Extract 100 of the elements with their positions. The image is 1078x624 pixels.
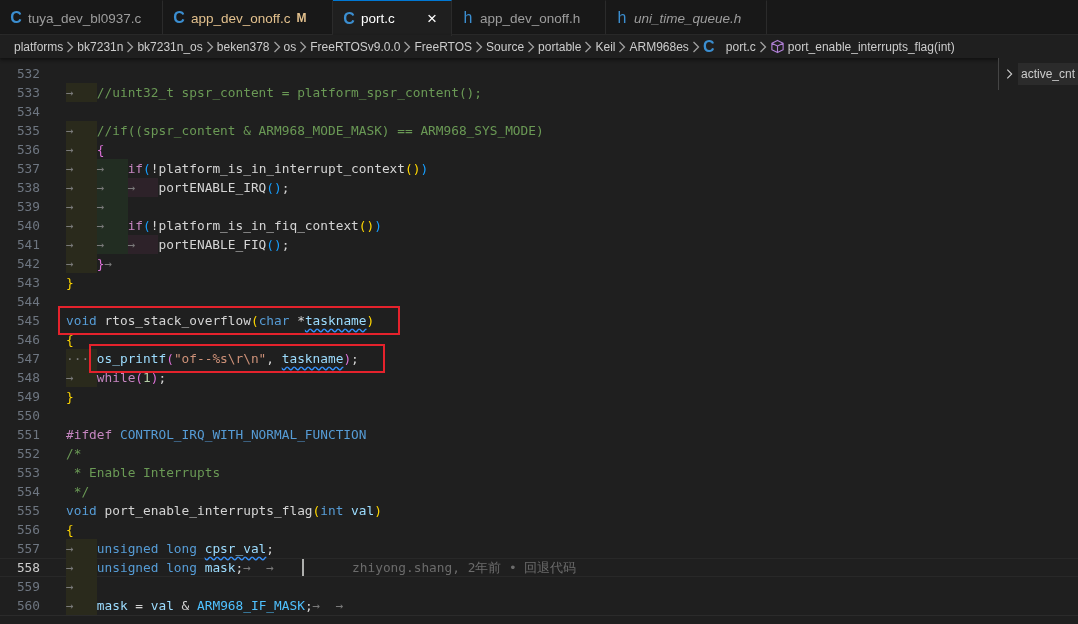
breadcrumb-item[interactable]: FreeRTOSv9.0.0: [310, 39, 401, 54]
code-line: //uint32_t spsr_content = platform_spsr_content();: [96, 84, 483, 102]
indent-guide: →: [66, 558, 97, 577]
breadcrumb-item[interactable]: bk7231n: [77, 39, 124, 54]
breadcrumb-item[interactable]: Source: [486, 39, 525, 54]
blame-annotation: zhiyong.shang, 2年前 • 回退代码: [352, 559, 577, 577]
chevron-icon: [691, 40, 700, 53]
line-number: 547: [15, 350, 40, 368]
editor-tab[interactable]: C tuya_dev_bl0937.c: [0, 0, 163, 35]
line-number: 549: [15, 388, 40, 406]
chevron-icon[interactable]: [1006, 68, 1013, 80]
whitespace-marker: → →: [243, 559, 275, 577]
indent-guide: →: [66, 121, 97, 140]
breadcrumb-item[interactable]: port_enable_interrupts_flag(int): [787, 39, 955, 54]
line-number: 555: [15, 502, 40, 520]
breadcrumb-item[interactable]: FreeRTOS: [414, 39, 473, 54]
editor-tab[interactable]: h app_dev_onoff.h: [452, 0, 606, 35]
line-number: 554: [15, 483, 40, 501]
line-number: 551: [15, 426, 40, 444]
indent-guide: →: [96, 197, 128, 216]
line-number: 543: [15, 274, 40, 292]
indent-guide: →: [66, 539, 97, 558]
breadcrumb-item[interactable]: port.c: [725, 39, 756, 54]
line-number: 536: [15, 141, 40, 159]
editor-tab[interactable]: h uni_time_queue.h: [606, 0, 767, 35]
line-number: 532: [15, 65, 40, 83]
indent-guide: →: [96, 235, 128, 254]
code-line: {: [66, 521, 74, 539]
line-number: 537: [15, 160, 40, 178]
line-number: 546: [15, 331, 40, 349]
indent-guide: →: [66, 254, 97, 273]
line-number: 553: [15, 464, 40, 482]
file-icon: C: [702, 37, 715, 56]
line-number: 548: [15, 369, 40, 387]
indent-guide: ···: [66, 349, 97, 368]
code-line: }: [66, 388, 74, 406]
chevron-icon: [126, 40, 135, 53]
indent-guide: →: [66, 83, 97, 102]
breadcrumb-item[interactable]: Keil: [595, 39, 616, 54]
indent-guide: →: [66, 178, 97, 197]
line-number: 535: [15, 122, 40, 140]
indent-guide: →: [66, 140, 97, 159]
indent-guide: →: [66, 577, 97, 596]
indent-guide: →: [96, 216, 128, 235]
line-number: 542: [15, 255, 40, 273]
code-line: portENABLE_FIQ();: [158, 236, 290, 254]
code-line: }: [66, 274, 74, 292]
chevron-icon: [758, 40, 767, 53]
indent-guide: →: [127, 178, 159, 197]
code-line: }: [96, 255, 105, 273]
line-number: 544: [15, 293, 40, 311]
breadcrumb-item[interactable]: beken378: [216, 39, 270, 54]
chevron-icon: [618, 40, 627, 53]
line-number: 560: [15, 597, 40, 615]
chevron-icon: [299, 40, 308, 53]
line-number: 550: [15, 407, 40, 425]
line-number: 534: [15, 103, 40, 121]
code-line: portENABLE_IRQ();: [158, 179, 290, 197]
chevron-icon: [205, 40, 214, 53]
code-line: //if((spsr_content & ARM968_MODE_MASK) == ARM968_SYS_MODE): [96, 122, 544, 140]
indent-guide: →: [66, 197, 97, 216]
whitespace-marker: →: [104, 255, 113, 273]
line-number: 558: [15, 559, 40, 577]
code-line: unsigned long mask;: [96, 559, 244, 577]
breadcrumb-item[interactable]: ARM968es: [629, 39, 689, 54]
chevron-icon: [272, 40, 281, 53]
code-line: #ifdef CONTROL_IRQ_WITH_NORMAL_FUNCTION: [66, 426, 367, 444]
indent-guide: →: [66, 216, 97, 235]
text-cursor: [302, 559, 305, 576]
indent-guide: →: [96, 178, 128, 197]
line-number: 559: [15, 578, 40, 596]
chevron-icon: [527, 40, 536, 53]
breadcrumb-item[interactable]: platforms: [14, 39, 64, 54]
code-line: void port_enable_interrupts_flag(int val): [66, 502, 382, 520]
chevron-icon: [403, 40, 412, 53]
breadcrumb-item[interactable]: portable: [538, 39, 582, 54]
cube-icon: [769, 39, 785, 54]
editor-tab[interactable]: C port.c ×: [333, 0, 452, 36]
chevron-icon: [584, 40, 593, 53]
indent-guide: →: [66, 596, 97, 615]
code-line: mask = val & ARM968_IF_MASK;: [96, 597, 313, 615]
breadcrumb-item[interactable]: os: [283, 39, 297, 54]
code-line: * Enable Interrupts: [72, 464, 221, 482]
code-line: /*: [66, 445, 82, 463]
chevron-icon: [66, 40, 75, 53]
line-number: 538: [15, 179, 40, 197]
code-line: if(!platform_is_in_fiq_context()): [127, 217, 382, 235]
line-number: 545: [15, 312, 40, 330]
line-number: 541: [15, 236, 40, 254]
line-number: 533: [15, 84, 40, 102]
indent-guide: →: [127, 235, 159, 254]
breadcrumb-item[interactable]: bk7231n_os: [137, 39, 203, 54]
line-number: 539: [15, 198, 40, 216]
indent-guide: →: [96, 159, 128, 178]
code-line: unsigned long cpsr_val;: [96, 540, 275, 558]
line-number: 552: [15, 445, 40, 463]
chevron-icon: [475, 40, 484, 53]
line-number: 557: [15, 540, 40, 558]
code-line: if(!platform_is_in_interrupt_context()): [127, 160, 429, 178]
input-field[interactable]: active_cnt: [1017, 63, 1078, 85]
